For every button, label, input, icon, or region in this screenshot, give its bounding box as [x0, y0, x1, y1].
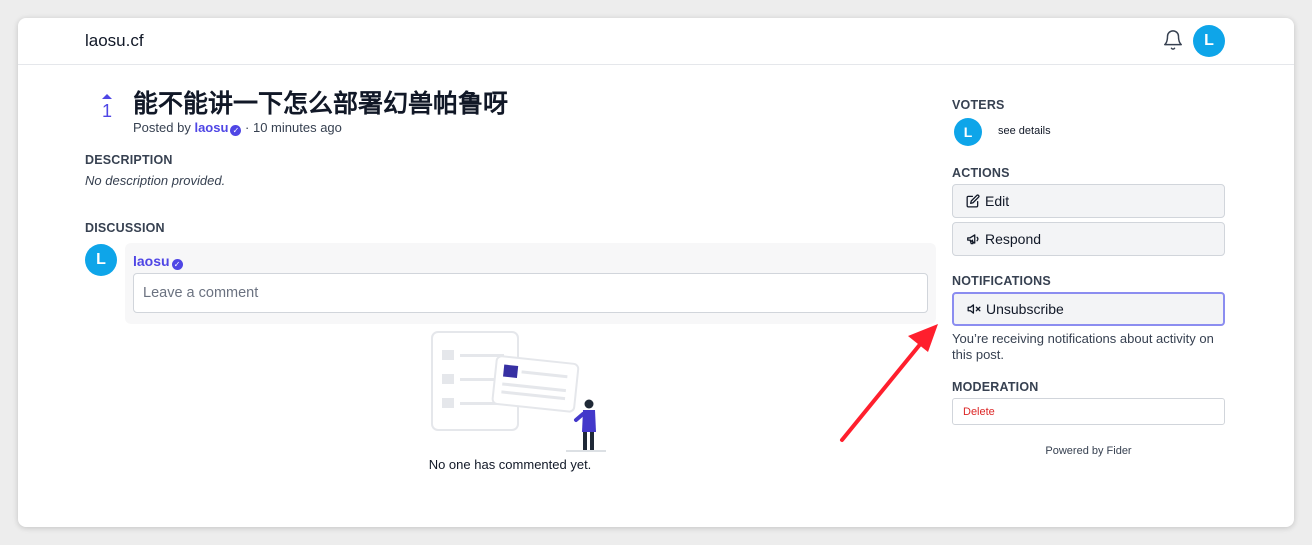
respond-button[interactable]: Respond: [952, 222, 1225, 256]
post-meta: Posted by laosu ✓ · 10 minutes ago: [133, 120, 342, 136]
comment-author[interactable]: laosu ✓: [133, 253, 183, 270]
unsubscribe-button[interactable]: Unsubscribe: [952, 292, 1225, 326]
voter-avatar[interactable]: L: [954, 118, 982, 146]
voters-label: VOTERS: [952, 98, 1005, 112]
posted-by-prefix: Posted by: [133, 120, 191, 135]
comment-user-avatar: L: [85, 244, 117, 276]
powered-by-link[interactable]: Powered by Fider: [952, 445, 1225, 457]
edit-button-label: Edit: [985, 193, 1010, 209]
respond-button-label: Respond: [985, 231, 1042, 247]
verified-badge-icon: ✓: [171, 259, 183, 270]
post-time: · 10 minutes ago: [245, 120, 342, 135]
discussion-label: DISCUSSION: [85, 221, 165, 235]
verified-badge-icon: ✓: [230, 125, 242, 136]
see-details-link[interactable]: see details: [998, 125, 1051, 137]
site-title[interactable]: laosu.cf: [85, 31, 144, 51]
comment-composer: laosu ✓: [125, 243, 936, 324]
upvote-arrow-icon[interactable]: [102, 94, 112, 99]
post-author-link[interactable]: laosu: [194, 120, 228, 135]
unsubscribe-button-label: Unsubscribe: [986, 301, 1064, 317]
megaphone-icon: [967, 234, 979, 245]
description-label: DESCRIPTION: [85, 153, 173, 167]
post-title: 能不能讲一下怎么部署幻兽帕鲁呀: [133, 89, 509, 118]
description-text: No description provided.: [85, 173, 226, 188]
comment-input[interactable]: [133, 273, 928, 313]
moderation-label: MODERATION: [952, 380, 1039, 394]
notifications-status-text: You’re receiving notifications about act…: [952, 331, 1214, 362]
volume-mute-icon: [967, 304, 981, 314]
edit-button[interactable]: Edit: [952, 184, 1225, 218]
notifications-label: NOTIFICATIONS: [952, 274, 1051, 288]
empty-comments-text: No one has commented yet.: [428, 457, 592, 472]
app-window: laosu.cf L 1 能不能讲一下怎么部署幻兽帕鲁呀 Posted by l…: [18, 18, 1294, 527]
edit-icon: [966, 194, 980, 208]
sidebar: VOTERS L see details ACTIONS Edit Respon…: [952, 18, 1225, 527]
delete-button[interactable]: Delete: [952, 398, 1225, 425]
vote-count: 1: [101, 101, 112, 121]
actions-label: ACTIONS: [952, 166, 1010, 180]
vote-widget[interactable]: 1: [98, 94, 116, 122]
empty-comments-illustration: [431, 331, 606, 452]
comment-author-name[interactable]: laosu: [133, 253, 170, 269]
